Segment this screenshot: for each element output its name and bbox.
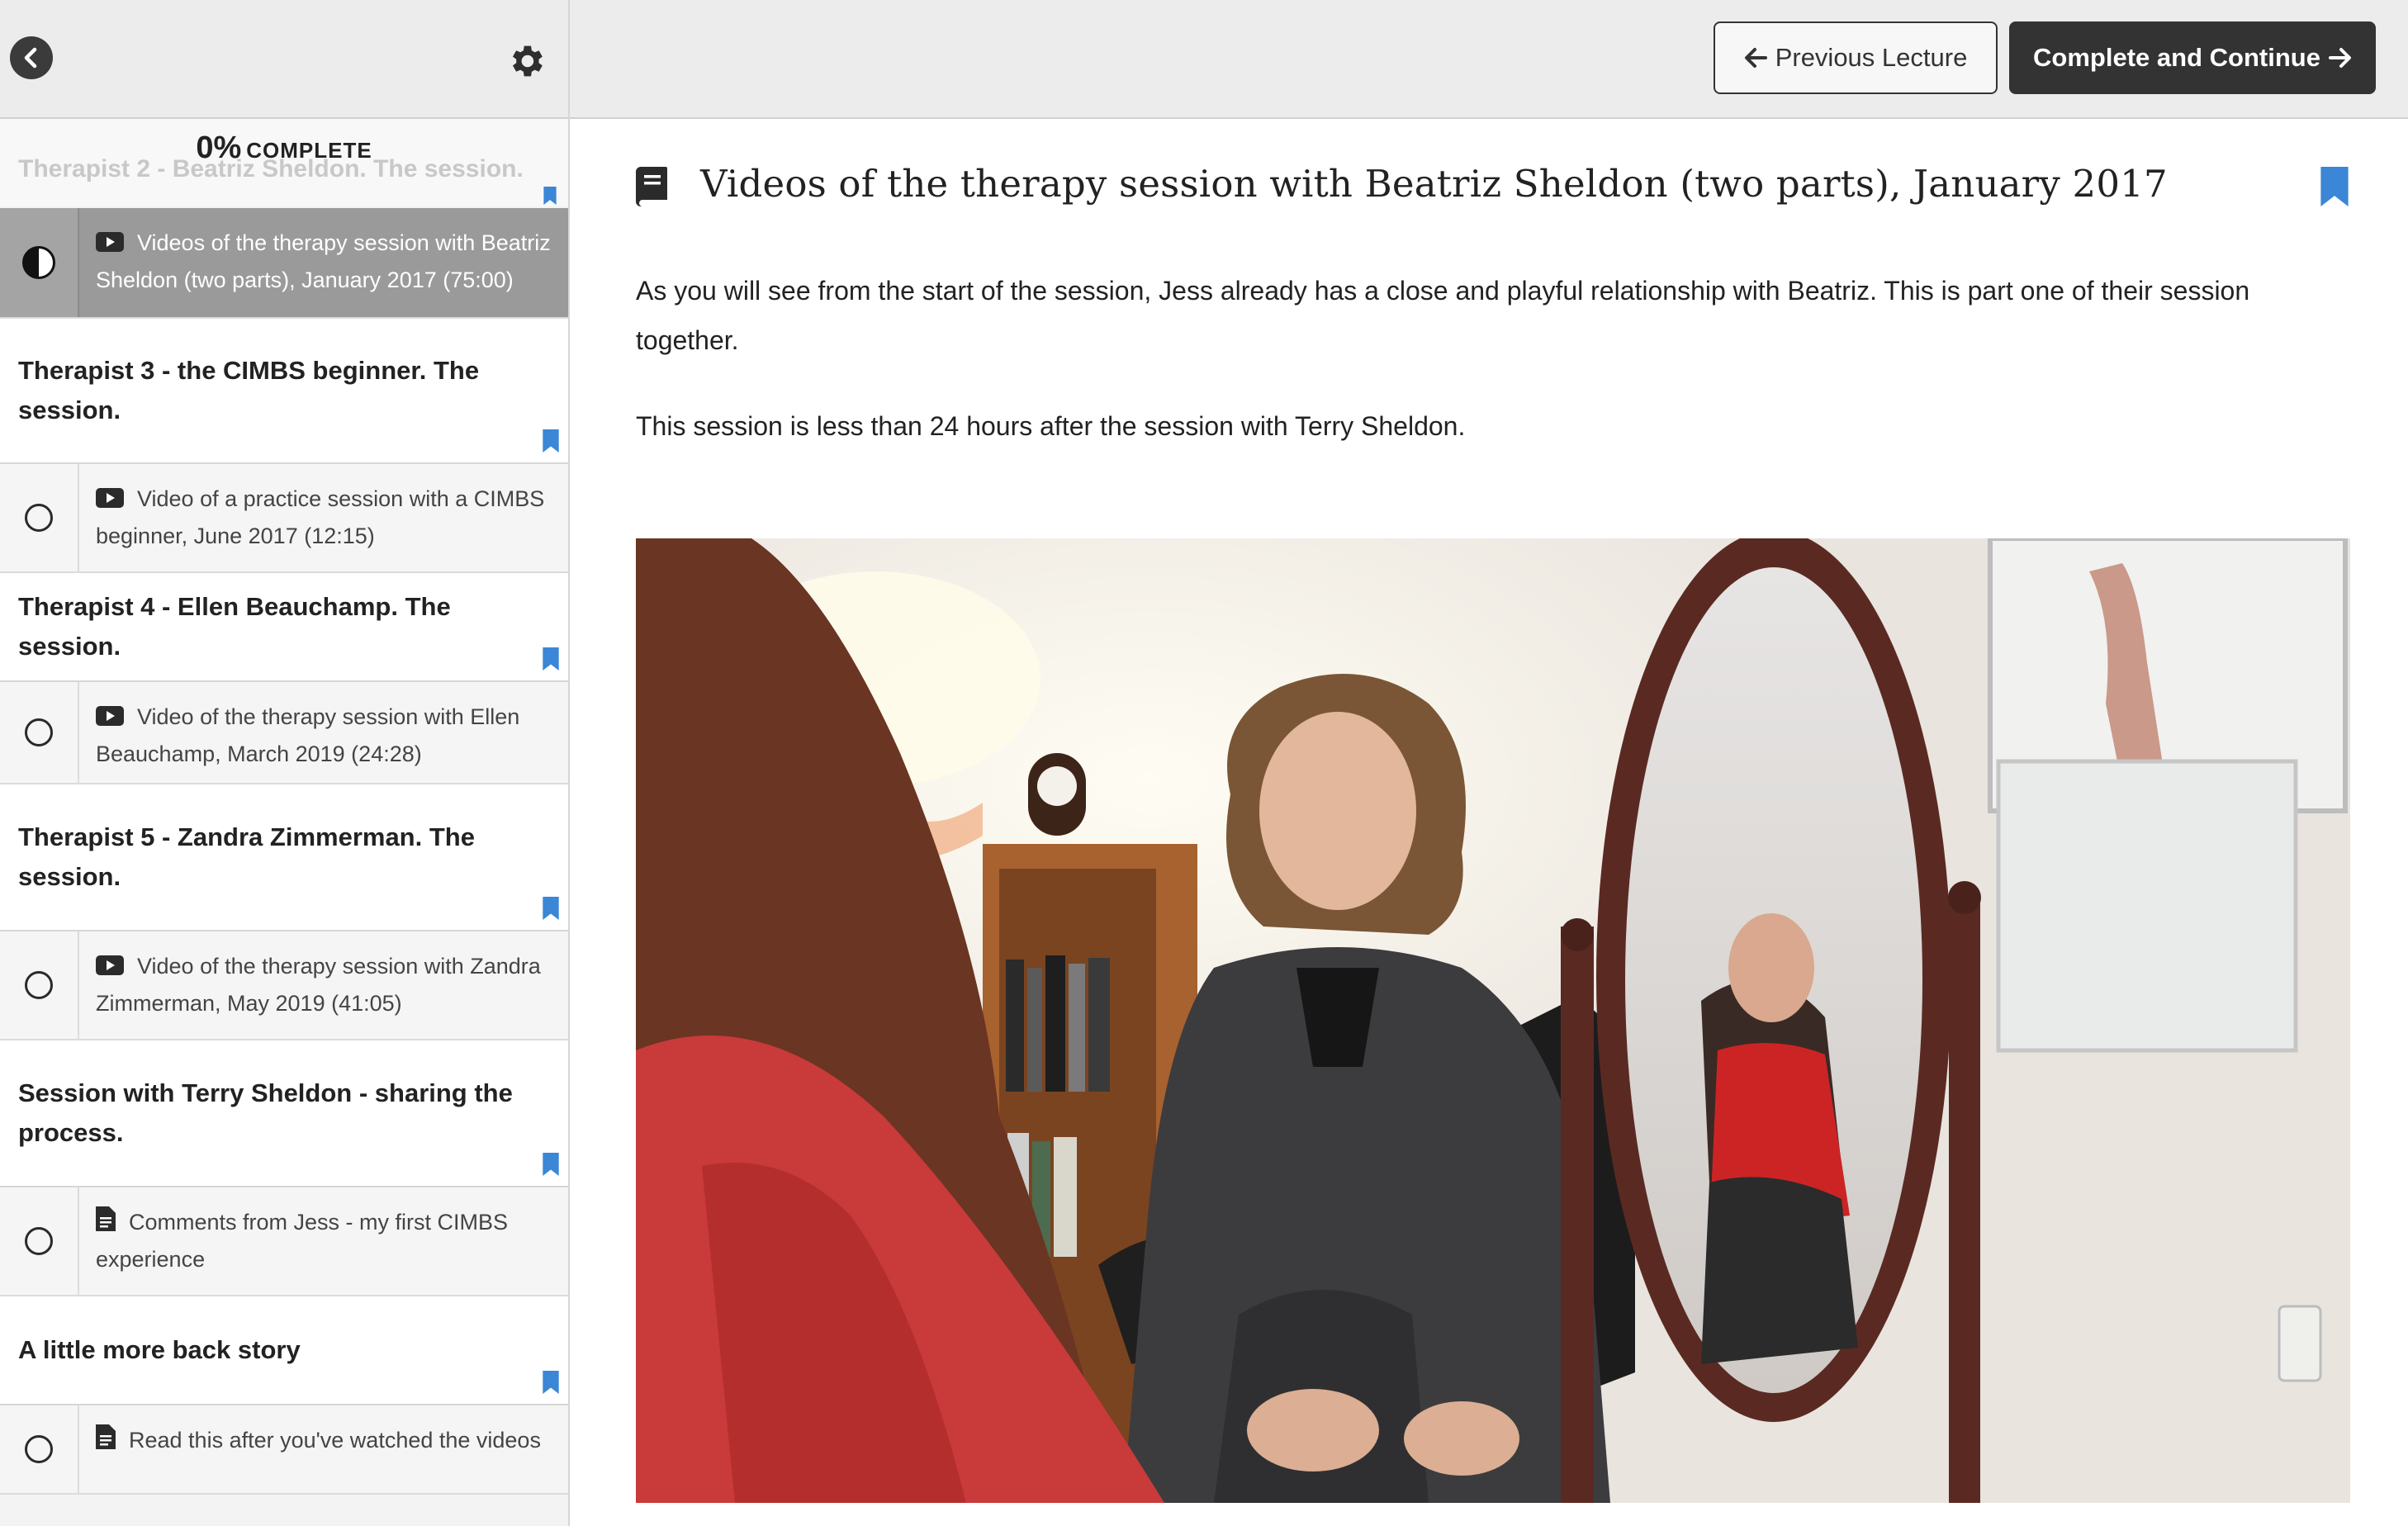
section-header: Therapist 3 - the CIMBS beginner. The se… bbox=[0, 319, 568, 464]
lecture-item-label: Read this after you've watched the video… bbox=[129, 1428, 541, 1453]
progress-indicator: 0% COMPLETE bbox=[0, 130, 568, 166]
lecture-description-paragraph: As you will see from the start of the se… bbox=[636, 276, 2250, 355]
bookmark-icon[interactable] bbox=[542, 1371, 560, 1394]
lecture-item[interactable]: Video of the therapy session with Ellen … bbox=[0, 682, 568, 784]
document-icon bbox=[96, 1424, 116, 1449]
bookmark-icon[interactable] bbox=[542, 1153, 560, 1176]
bookmark-icon[interactable] bbox=[542, 897, 560, 920]
back-button[interactable] bbox=[10, 36, 53, 79]
video-player[interactable] bbox=[636, 538, 2350, 1503]
lecture-status bbox=[0, 931, 79, 1039]
lecture-status bbox=[0, 682, 79, 783]
video-icon bbox=[96, 955, 124, 975]
lecture-item-label: Video of the therapy session with Zandra… bbox=[96, 954, 541, 1016]
complete-and-continue-button[interactable]: Complete and Continue bbox=[2009, 21, 2376, 94]
video-icon bbox=[96, 232, 124, 252]
gear-icon[interactable] bbox=[505, 40, 547, 82]
previous-lecture-button[interactable]: Previous Lecture bbox=[1714, 21, 1998, 94]
progress-percent: 0% bbox=[196, 130, 242, 165]
lecture-title: Videos of the therapy session with Beatr… bbox=[700, 162, 2168, 206]
sidebar-header bbox=[0, 0, 568, 119]
lecture-item[interactable]: Read this after you've watched the video… bbox=[0, 1405, 568, 1495]
bookmark-icon[interactable] bbox=[2319, 167, 2350, 206]
lecture-item[interactable]: Video of the therapy session with Zandra… bbox=[0, 931, 568, 1040]
bookmark-icon[interactable] bbox=[542, 647, 560, 671]
section-header: Therapist 4 - Ellen Beauchamp. The sessi… bbox=[0, 573, 568, 682]
video-icon bbox=[96, 488, 124, 508]
lecture-status bbox=[0, 208, 79, 317]
incomplete-circle-icon bbox=[25, 1435, 53, 1463]
chevron-left-icon bbox=[24, 47, 37, 69]
arrow-left-icon bbox=[1744, 48, 1767, 68]
incomplete-circle-icon bbox=[25, 1227, 53, 1255]
lecture-status bbox=[0, 464, 79, 571]
complete-and-continue-label: Complete and Continue bbox=[2033, 43, 2320, 72]
incomplete-circle-icon bbox=[25, 718, 53, 746]
lecture-status bbox=[0, 1187, 79, 1295]
section-title: Session with Terry Sheldon - sharing the… bbox=[18, 1078, 513, 1147]
curriculum-list: Videos of the therapy session with Beatr… bbox=[0, 208, 568, 1495]
section-header: Session with Terry Sheldon - sharing the… bbox=[0, 1040, 568, 1187]
book-icon bbox=[636, 167, 667, 206]
lecture-item-label: Comments from Jess - my first CIMBS expe… bbox=[96, 1210, 509, 1272]
section-title: Therapist 4 - Ellen Beauchamp. The sessi… bbox=[18, 592, 451, 661]
video-frame-image bbox=[636, 538, 2350, 1503]
section-title: Therapist 5 - Zandra Zimmerman. The sess… bbox=[18, 822, 475, 891]
lecture-item-label: Video of a practice session with a CIMBS… bbox=[96, 486, 545, 548]
lecture-item[interactable]: Comments from Jess - my first CIMBS expe… bbox=[0, 1187, 568, 1296]
section-title: Therapist 3 - the CIMBS beginner. The se… bbox=[18, 356, 480, 424]
lecture-status bbox=[0, 1405, 79, 1493]
lecture-topbar: Previous Lecture Complete and Continue bbox=[570, 0, 2408, 119]
lecture-item-label: Videos of the therapy session with Beatr… bbox=[96, 230, 551, 292]
section-header: Therapist 5 - Zandra Zimmerman. The sess… bbox=[0, 784, 568, 931]
progress-label: COMPLETE bbox=[246, 138, 372, 163]
half-complete-icon bbox=[22, 246, 55, 279]
arrow-right-icon bbox=[2328, 48, 2351, 68]
incomplete-circle-icon bbox=[25, 504, 53, 532]
incomplete-circle-icon bbox=[25, 971, 53, 999]
section-header: A little more back story bbox=[0, 1296, 568, 1405]
section-title: A little more back story bbox=[18, 1335, 301, 1364]
bookmark-icon[interactable] bbox=[541, 187, 559, 205]
bookmark-icon[interactable] bbox=[542, 429, 560, 453]
previous-lecture-label: Previous Lecture bbox=[1775, 43, 1968, 72]
document-icon bbox=[96, 1206, 116, 1231]
lecture-item[interactable]: Video of a practice session with a CIMBS… bbox=[0, 464, 568, 573]
course-sidebar: Therapist 2 - Beatriz Sheldon. The sessi… bbox=[0, 0, 570, 1526]
lecture-item-label: Video of the therapy session with Ellen … bbox=[96, 704, 520, 766]
lecture-item-active[interactable]: Videos of the therapy session with Beatr… bbox=[0, 208, 568, 319]
lecture-description-paragraph: This session is less than 24 hours after… bbox=[636, 411, 1466, 441]
video-icon bbox=[96, 706, 124, 726]
